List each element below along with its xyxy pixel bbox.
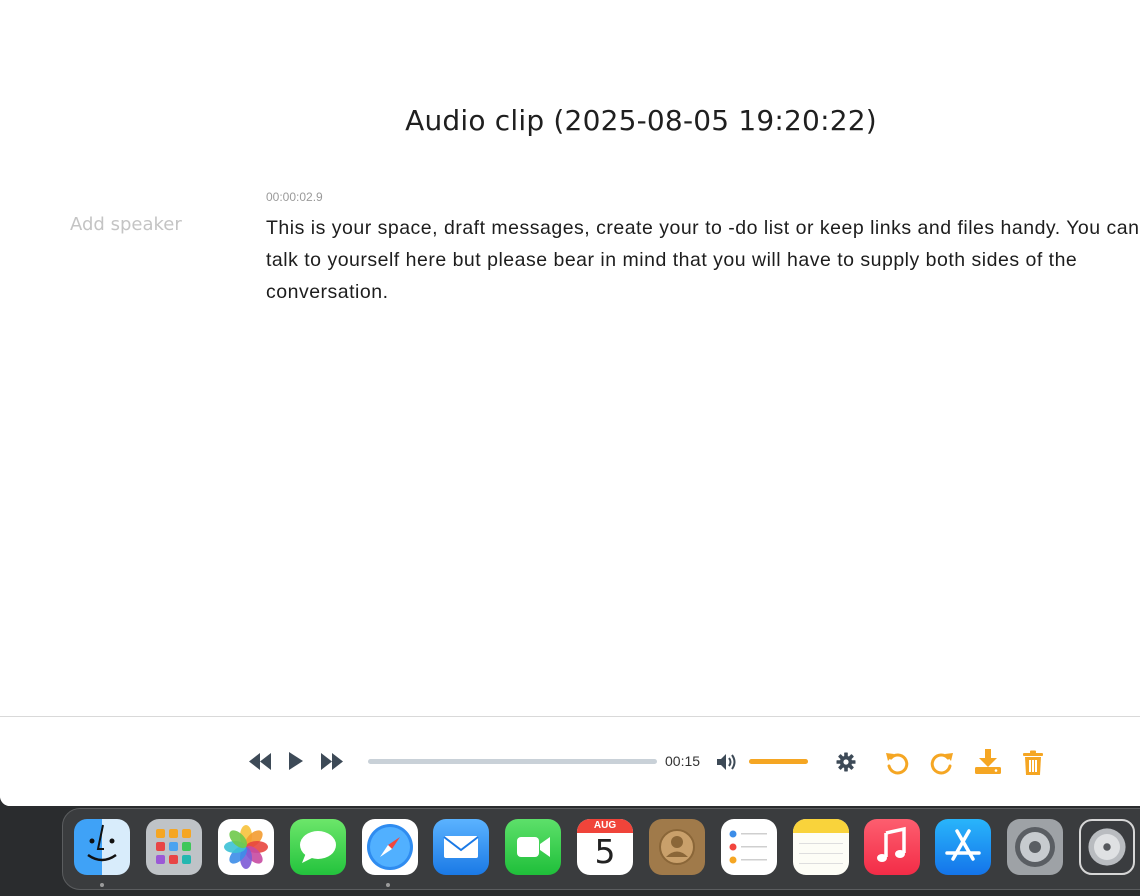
time-display: 00:15 [665, 753, 701, 769]
contacts-icon[interactable] [649, 819, 705, 875]
audio-player: 00:15 [0, 716, 1140, 806]
progress-slider[interactable] [368, 759, 657, 764]
transcript-text[interactable]: This is your space, draft messages, crea… [266, 212, 1140, 308]
gear-icon[interactable] [836, 752, 856, 772]
photos-icon[interactable] [218, 819, 274, 875]
safari-running-indicator [386, 883, 390, 887]
app-window: Audio clip (2025-08-05 19:20:22) Add spe… [0, 0, 1140, 806]
launchpad-icon[interactable] [146, 819, 202, 875]
download-icon[interactable] [974, 748, 1002, 775]
calendar-month: AUG [577, 819, 633, 833]
volume-fill [749, 759, 808, 764]
fast-forward-icon[interactable] [320, 753, 344, 770]
trash-icon[interactable] [1022, 750, 1044, 776]
add-speaker-button[interactable]: Add speaker [70, 214, 182, 235]
notes-icon[interactable] [793, 819, 849, 875]
calendar-icon[interactable]: AUG 5 [577, 819, 633, 875]
undo-icon[interactable] [884, 750, 910, 776]
messages-icon[interactable] [290, 819, 346, 875]
music-icon[interactable] [864, 819, 920, 875]
app-store-icon[interactable] [935, 819, 991, 875]
segment-timestamp[interactable]: 00:00:02.9 [266, 190, 323, 204]
reminders-icon[interactable] [721, 819, 777, 875]
mail-icon[interactable] [433, 819, 489, 875]
safari-icon[interactable] [362, 819, 418, 875]
system-settings-icon[interactable] [1007, 819, 1063, 875]
facetime-icon[interactable] [505, 819, 561, 875]
volume-slider[interactable] [749, 759, 808, 764]
rewind-icon[interactable] [248, 753, 272, 770]
play-icon[interactable] [288, 751, 304, 771]
finder-running-indicator [100, 883, 104, 887]
clip-title: Audio clip (2025-08-05 19:20:22) [405, 104, 877, 137]
redo-icon[interactable] [929, 750, 955, 776]
disk-utility-icon[interactable] [1079, 819, 1135, 875]
finder-icon[interactable] [74, 819, 130, 875]
calendar-day: 5 [594, 832, 616, 871]
volume-icon[interactable] [716, 753, 738, 771]
